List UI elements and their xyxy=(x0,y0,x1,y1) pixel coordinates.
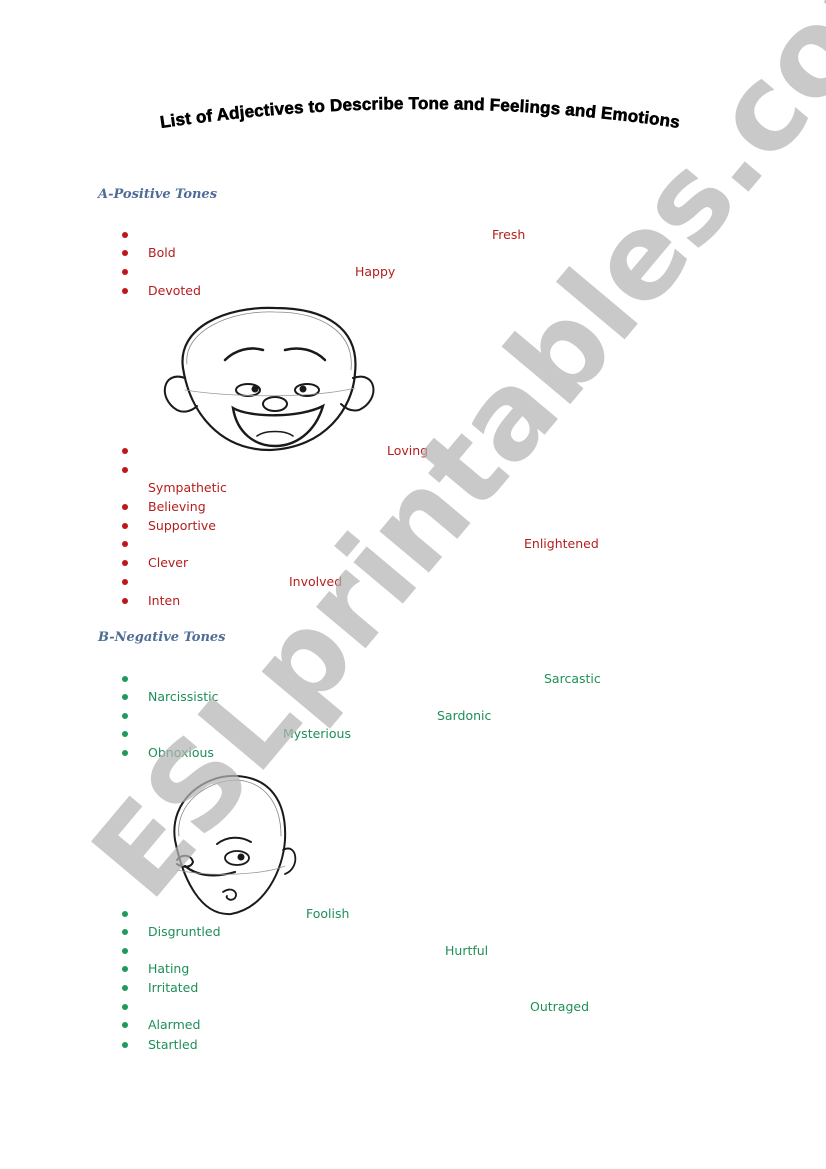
list-item: Irritated xyxy=(0,979,826,998)
item-label: Irritated xyxy=(148,980,199,995)
item-label: Hurtful xyxy=(445,943,489,958)
item-label: Bold xyxy=(148,245,176,260)
list-item: Enlightened xyxy=(0,535,826,554)
bullet-icon xyxy=(122,232,128,238)
item-label: Sympathetic xyxy=(148,480,227,495)
list-item: Loving xyxy=(0,442,826,461)
bullet-icon xyxy=(122,750,128,756)
list-item: Devoted xyxy=(0,282,826,301)
item-label: Obnoxious xyxy=(148,745,214,760)
bullet-icon xyxy=(122,560,128,566)
item-label: Believing xyxy=(148,499,206,514)
list-item: Supportive xyxy=(0,517,826,536)
section-heading-negative: B-Negative Tones xyxy=(98,630,226,645)
list-item-continuation: Sympathetic xyxy=(0,479,826,498)
list-item: Hating xyxy=(0,960,826,979)
bullet-icon xyxy=(122,598,128,604)
list-item: Involved xyxy=(0,573,826,592)
item-label: Startled xyxy=(148,1037,198,1052)
bullet-icon xyxy=(122,694,128,700)
list-item: Mysterious xyxy=(0,725,826,744)
list-item: Believing xyxy=(0,498,826,517)
item-label: Enlightened xyxy=(524,536,599,551)
list-item: Bold xyxy=(0,244,826,263)
bullet-icon xyxy=(122,731,128,737)
item-label: Hating xyxy=(148,961,190,976)
list-item: Inten xyxy=(0,592,826,611)
title-banner: List of Adjectives to Describe Tone and … xyxy=(90,88,750,158)
bullet-icon xyxy=(122,929,128,935)
happy-face-sketch xyxy=(163,306,375,452)
bullet-icon xyxy=(122,579,128,585)
list-item: Clever xyxy=(0,554,826,573)
item-label: Disgruntled xyxy=(148,924,221,939)
bullet-icon xyxy=(122,713,128,719)
item-label: Outraged xyxy=(530,999,590,1014)
bullet-icon xyxy=(122,523,128,529)
bullet-icon xyxy=(122,1042,128,1048)
list-item: Happy xyxy=(0,263,826,282)
item-label: Foolish xyxy=(306,906,350,921)
page-title: List of Adjectives to Describe Tone and … xyxy=(159,94,681,132)
item-label: Sardonic xyxy=(437,708,492,723)
bullet-icon xyxy=(122,288,128,294)
bullet-icon xyxy=(122,504,128,510)
section-heading-positive: A-Positive Tones xyxy=(98,187,218,202)
list-item: Foolish xyxy=(0,905,826,924)
bullet-icon xyxy=(122,966,128,972)
item-label: Inten xyxy=(148,593,181,608)
bullet-icon xyxy=(122,269,128,275)
list-item xyxy=(0,461,826,480)
bullet-icon xyxy=(122,541,128,547)
item-label: Narcissistic xyxy=(148,689,219,704)
list-item: Obnoxious xyxy=(0,744,826,763)
item-label: Clever xyxy=(148,555,189,570)
list-item: Narcissistic xyxy=(0,688,826,707)
item-label: Happy xyxy=(355,264,396,279)
item-label: Supportive xyxy=(148,518,216,533)
worried-face-sketch xyxy=(173,774,297,916)
item-label: Mysterious xyxy=(283,726,351,741)
list-item: Startled xyxy=(0,1036,826,1055)
item-label: Involved xyxy=(289,574,343,589)
list-item: Alarmed xyxy=(0,1016,826,1035)
item-label: Loving xyxy=(387,443,429,458)
bullet-icon xyxy=(122,911,128,917)
item-label: Fresh xyxy=(492,227,526,242)
list-item: Fresh xyxy=(0,226,826,245)
list-item: Outraged xyxy=(0,998,826,1017)
list-item: Hurtful xyxy=(0,942,826,961)
list-item: Sarcastic xyxy=(0,670,826,689)
worksheet-page: List of Adjectives to Describe Tone and … xyxy=(0,0,826,1169)
item-label: Sarcastic xyxy=(544,671,601,686)
bullet-icon xyxy=(122,1022,128,1028)
list-item: Sardonic xyxy=(0,707,826,726)
bullet-icon xyxy=(122,448,128,454)
bullet-icon xyxy=(122,467,128,473)
item-label: Alarmed xyxy=(148,1017,201,1032)
arched-title: List of Adjectives to Describe Tone and … xyxy=(159,94,682,133)
bullet-icon xyxy=(122,1004,128,1010)
list-item: Disgruntled xyxy=(0,923,826,942)
bullet-icon xyxy=(122,985,128,991)
bullet-icon xyxy=(122,948,128,954)
bullet-icon xyxy=(122,676,128,682)
bullet-icon xyxy=(122,250,128,256)
